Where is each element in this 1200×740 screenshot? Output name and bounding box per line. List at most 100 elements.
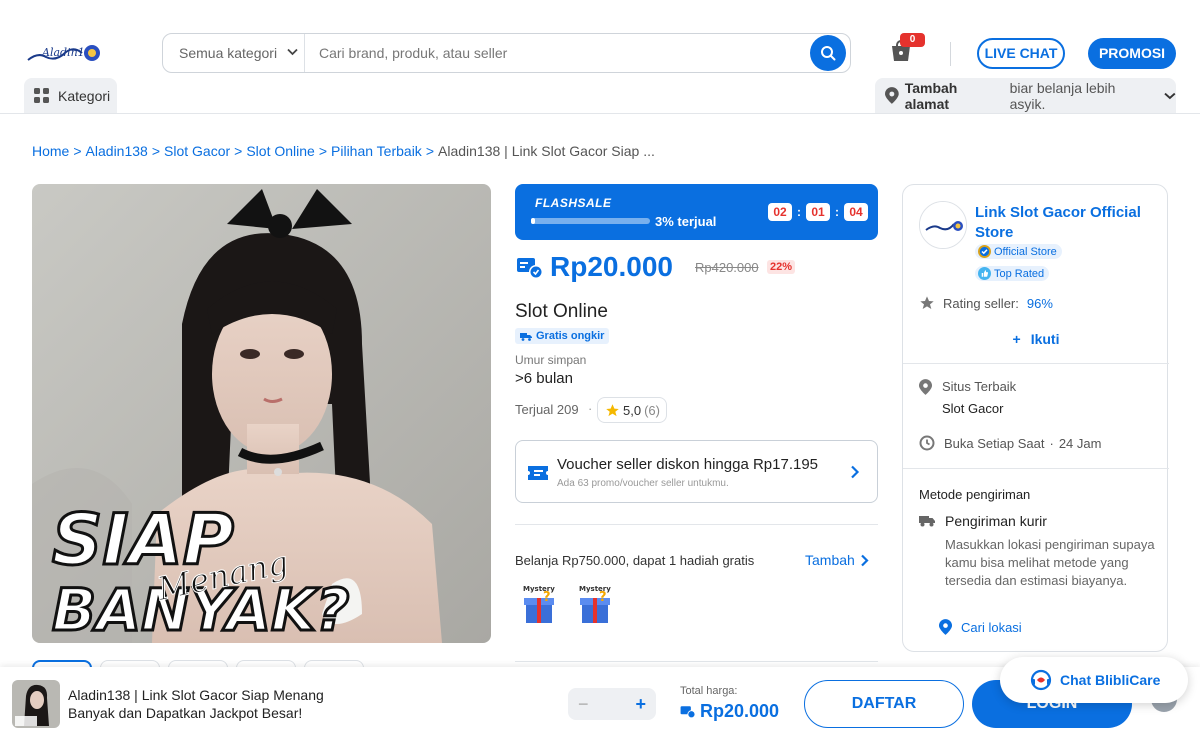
store-location-label: Situs Terbaik [942, 379, 1017, 394]
seller-rating-value: 96% [1026, 295, 1053, 311]
mystery-box-icon[interactable]: Mystery Box ? [577, 583, 628, 625]
chevron-down-icon [287, 47, 298, 59]
category-dropdown-label: Semua kategori [179, 45, 278, 61]
shipping-title: Metode pengiriman [919, 487, 1031, 502]
flash-sale-banner: FLASHSALE 3% terjual 02 : 01 : 04 [515, 184, 878, 240]
address-selector[interactable]: Tambah alamat biar belanja lebih asyik. [875, 78, 1176, 113]
thumbs-up-icon [978, 267, 991, 280]
chat-support-button[interactable]: Chat BlibliCare [1000, 657, 1188, 703]
location-pin-icon [919, 379, 932, 395]
promo-button[interactable]: PROMOSI [1088, 38, 1176, 69]
breadcrumb-separator: > [234, 143, 243, 159]
truck-icon [520, 332, 532, 341]
quantity-increase-button[interactable]: + [635, 694, 646, 715]
register-button[interactable]: DAFTAR [804, 680, 964, 728]
gift-add-label: Tambah [805, 552, 855, 568]
clock-icon [919, 435, 935, 451]
quantity-stepper: − + [568, 688, 656, 720]
grid-icon [34, 88, 49, 103]
bottom-product-title: Aladin138 | Link Slot Gacor Siap Menang … [68, 687, 324, 721]
verified-icon [978, 245, 991, 258]
seller-rating: Rating seller: 96% [919, 295, 1053, 311]
category-dropdown[interactable]: Semua kategori [163, 34, 305, 72]
gift-add-link[interactable]: Tambah [805, 552, 869, 568]
price-tag-icon [516, 256, 544, 280]
follow-button[interactable]: + Ikuti [903, 331, 1169, 347]
product-image[interactable]: SIAP BANYAK? Menang [32, 184, 491, 643]
free-shipping-badge: Gratis ongkir [515, 328, 610, 344]
search-input[interactable] [305, 45, 810, 61]
product-price: Rp20.000 [550, 251, 673, 282]
category-menu-button[interactable]: Kategori [24, 78, 117, 113]
breadcrumb-pilihan[interactable]: Pilihan Terbaik [331, 143, 422, 159]
original-price: Rp420.000 [695, 260, 759, 275]
chevron-down-icon [1164, 92, 1176, 99]
sold-count: Terjual 209 [515, 402, 579, 417]
shelf-life-label: Umur simpan [515, 353, 587, 367]
location-pin-icon [885, 87, 899, 104]
chevron-right-icon [850, 463, 860, 484]
breadcrumb-store[interactable]: Aladin138 [86, 143, 148, 159]
section-divider [515, 524, 878, 525]
cart-count-badge: 0 [900, 33, 925, 47]
svg-text:?: ? [599, 590, 607, 605]
location-pin-icon [939, 619, 952, 635]
shipping-method: Pengiriman kurir [919, 513, 1047, 529]
timer-colon: : [797, 205, 801, 219]
chat-support-label: Chat BlibliCare [1060, 672, 1161, 688]
find-location-label: Cari lokasi [961, 619, 1022, 635]
store-name[interactable]: Link Slot Gacor Official Store [975, 203, 1155, 243]
official-store-label: Official Store [994, 245, 1057, 258]
breadcrumb-home[interactable]: Home [32, 143, 69, 159]
store-location-value: Slot Gacor [942, 401, 1004, 416]
breadcrumb-current: Aladin138 | Link Slot Gacor Siap ... [438, 143, 655, 159]
quantity-decrease-button[interactable]: − [578, 694, 589, 715]
discount-badge: 22% [767, 260, 796, 274]
truck-icon [919, 516, 935, 527]
address-hint: biar belanja lebih asyik. [1009, 79, 1116, 112]
rating-count: (6) [644, 402, 660, 418]
total-price-label: Total harga: [680, 685, 738, 697]
category-menu-label: Kategori [58, 87, 111, 104]
address-strong: Tambah alamat [904, 79, 958, 112]
breadcrumb: Home > Aladin138 > Slot Gacor > Slot Online > Pi… [32, 143, 655, 159]
voucher-subtitle: Ada 63 promo/voucher seller untukmu. [557, 478, 729, 489]
find-location-link[interactable]: Cari lokasi [939, 619, 1022, 635]
mystery-box-label: Mystery Box [579, 585, 613, 593]
rating-value: 5,0 [623, 402, 642, 418]
separator-dot: · [1049, 435, 1054, 451]
breadcrumb-separator: > [318, 143, 328, 159]
store-location: Situs Terbaik Slot Gacor [919, 379, 1016, 416]
product-name: Slot Online [515, 301, 608, 322]
flash-sale-title: FLASHSALE [535, 196, 612, 210]
store-hours-label: Buka Setiap Saat [944, 435, 1045, 451]
gift-promo-text: Belanja Rp750.000, dapat 1 hadiah gratis [515, 553, 755, 568]
timer-seconds: 04 [844, 203, 868, 221]
flash-sale-progress [531, 218, 650, 224]
follow-label: Ikuti [1030, 331, 1060, 347]
store-avatar[interactable] [919, 201, 967, 249]
voucher-title: Voucher seller diskon hingga Rp17.195 [557, 456, 819, 473]
mystery-box-icon[interactable]: Mystery Box ? [521, 583, 572, 625]
plus-icon: + [1012, 331, 1021, 347]
shelf-life-value: >6 bulan [515, 370, 573, 387]
breadcrumb-separator: > [73, 143, 82, 159]
search-icon [821, 46, 836, 61]
header-divider-line [0, 113, 1200, 114]
rating-pill[interactable]: 5,0 (6) [597, 397, 667, 423]
top-rated-badge: Top Rated [975, 266, 1050, 281]
countdown-timer: 02 : 01 : 04 [768, 203, 868, 221]
timer-minutes: 01 [806, 203, 830, 221]
total-price: Rp20.000 [680, 701, 779, 722]
voucher-card[interactable]: Voucher seller diskon hingga Rp17.195 Ad… [515, 440, 878, 503]
live-chat-button[interactable]: LIVE CHAT [977, 38, 1065, 69]
breadcrumb-slot-online[interactable]: Slot Online [246, 143, 314, 159]
breadcrumb-slot-gacor[interactable]: Slot Gacor [164, 143, 230, 159]
seller-rating-label: Rating seller: [943, 295, 1019, 311]
shipping-description: Masukkan lokasi pengiriman supaya kamu b… [945, 537, 1155, 588]
chat-headset-icon [1030, 669, 1052, 691]
search-button[interactable] [810, 35, 846, 71]
svg-text:?: ? [543, 590, 551, 605]
flash-sale-progress-fill [531, 218, 535, 224]
site-logo[interactable]: Aladin138 [26, 40, 102, 66]
